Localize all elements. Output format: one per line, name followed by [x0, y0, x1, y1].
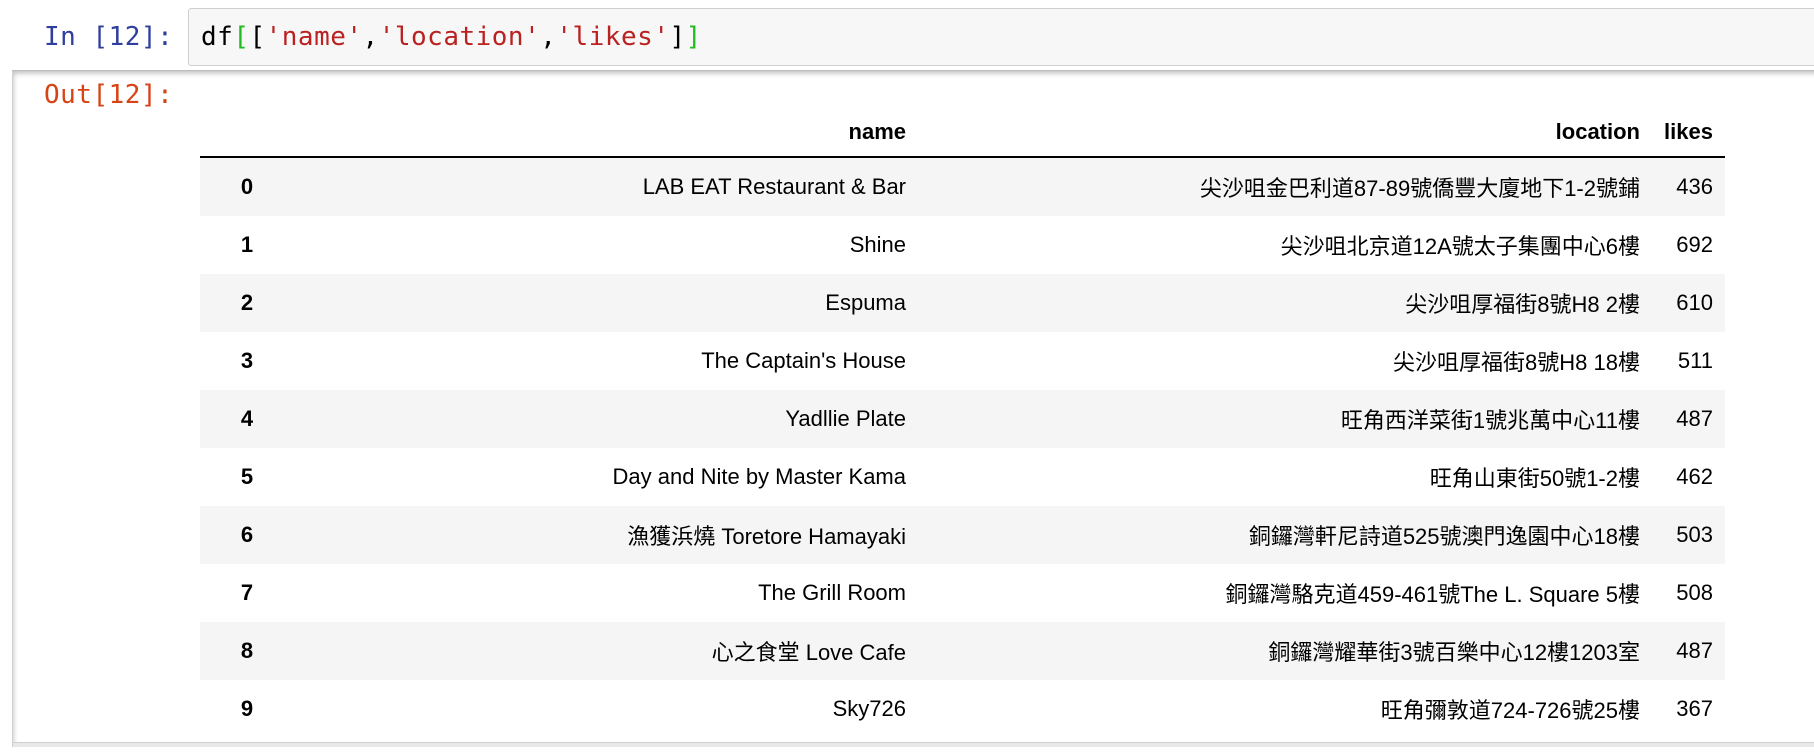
cell-location: 旺角西洋菜街1號兆萬中心11樓	[1340, 408, 1640, 433]
cell-name: The Captain's House	[701, 348, 906, 373]
cell-likes: 487	[1676, 406, 1713, 431]
cell-name: Day and Nite by Master Kama	[612, 464, 906, 489]
column-header-name: name	[294, 108, 918, 158]
table-row: 5 Day and Nite by Master Kama 旺角山東街50號1-…	[200, 448, 1725, 506]
cell-name: Yadllie Plate	[785, 406, 906, 431]
cell-location: 銅鑼灣駱克道459-461號The L. Square 5樓	[1225, 582, 1640, 607]
cell-location: 銅鑼灣軒尼詩道525號澳門逸園中心18樓	[1248, 524, 1640, 549]
row-index: 0	[240, 174, 254, 199]
code-input-area[interactable]: df[['name','location','likes']]	[188, 8, 1814, 66]
table-row: 4 Yadllie Plate 旺角西洋菜街1號兆萬中心11樓 487	[200, 390, 1725, 448]
cell-name: Espuma	[825, 290, 906, 315]
table-row: 0 LAB EAT Restaurant & Bar 尖沙咀金巴利道87-89號…	[200, 157, 1725, 216]
code-string-likes: 'likes'	[556, 22, 670, 52]
table-row: 1 Shine 尖沙咀北京道12A號太子集團中心6樓 692	[200, 216, 1725, 274]
table-row: 9 Sky726 旺角彌敦道724-726號25樓 367	[200, 680, 1725, 738]
table-header-row: name location likes	[200, 108, 1725, 158]
cell-likes: 436	[1676, 174, 1713, 199]
row-index: 4	[240, 406, 254, 431]
row-index: 2	[240, 290, 254, 315]
code-comma: ,	[540, 22, 557, 52]
code-line: df[['name','location','likes']]	[201, 22, 702, 52]
cell-location: 旺角彌敦道724-726號25樓	[1380, 698, 1640, 723]
cell-name: LAB EAT Restaurant & Bar	[642, 174, 906, 199]
cell-name: Shine	[849, 232, 906, 257]
cell-likes: 511	[1677, 348, 1713, 373]
dataframe-table: name location likes 0 LAB EAT Restaurant…	[200, 108, 1725, 738]
cell-location: 尖沙咀北京道12A號太子集團中心6樓	[1280, 234, 1640, 259]
row-index: 7	[240, 580, 254, 605]
row-index: 8	[240, 638, 254, 663]
input-prompt: In [12]:	[44, 22, 174, 52]
column-header-location: location	[918, 108, 1652, 158]
code-string-name: 'name'	[265, 22, 363, 52]
code-bracket-close-inner: ]	[669, 22, 686, 52]
output-prompt: Out[12]:	[44, 80, 174, 110]
table-row: 8 心之食堂 Love Cafe 銅鑼灣耀華街3號百樂中心12樓1203室 48…	[200, 622, 1725, 680]
index-header	[200, 108, 294, 158]
code-string-location: 'location'	[378, 22, 541, 52]
cell-location: 尖沙咀厚福街8號H8 2樓	[1405, 292, 1640, 317]
cell-location: 旺角山東街50號1-2樓	[1429, 466, 1640, 491]
column-header-likes: likes	[1652, 108, 1725, 158]
table-body: 0 LAB EAT Restaurant & Bar 尖沙咀金巴利道87-89號…	[200, 157, 1725, 738]
row-index: 3	[240, 348, 254, 373]
cell-likes: 508	[1676, 580, 1713, 605]
cell-name: Sky726	[832, 696, 906, 721]
cell-name: 心之食堂 Love Cafe	[711, 640, 906, 665]
code-variable: df	[201, 22, 234, 52]
cell-likes: 367	[1676, 696, 1713, 721]
cell-likes: 692	[1676, 232, 1713, 257]
row-index: 1	[240, 232, 254, 257]
notebook-cell: In [12]: df[['name','location','likes']]…	[0, 0, 1814, 754]
table-row: 7 The Grill Room 銅鑼灣駱克道459-461號The L. Sq…	[200, 564, 1725, 622]
cell-likes: 503	[1676, 522, 1713, 547]
cell-name: 漁獲浜燒 Toretore Hamayaki	[627, 524, 906, 549]
cell-location: 銅鑼灣耀華街3號百樂中心12樓1203室	[1268, 640, 1640, 665]
code-bracket-close-outer: ]	[685, 22, 702, 52]
code-bracket-open-inner: [	[249, 22, 266, 52]
row-index: 6	[240, 522, 254, 547]
cell-likes: 462	[1676, 464, 1713, 489]
table-row: 2 Espuma 尖沙咀厚福街8號H8 2樓 610	[200, 274, 1725, 332]
row-index: 9	[240, 696, 254, 721]
code-comma: ,	[362, 22, 379, 52]
cell-name: The Grill Room	[758, 580, 906, 605]
code-bracket-open-outer: [	[233, 22, 250, 52]
table-row: 6 漁獲浜燒 Toretore Hamayaki 銅鑼灣軒尼詩道525號澳門逸園…	[200, 506, 1725, 564]
cell-likes: 610	[1676, 290, 1713, 315]
cell-likes: 487	[1676, 638, 1713, 663]
row-index: 5	[240, 464, 254, 489]
cell-location: 尖沙咀金巴利道87-89號僑豐大廈地下1-2號鋪	[1199, 176, 1640, 201]
table-row: 3 The Captain's House 尖沙咀厚福街8號H8 18樓 511	[200, 332, 1725, 390]
cell-location: 尖沙咀厚福街8號H8 18樓	[1393, 350, 1640, 375]
